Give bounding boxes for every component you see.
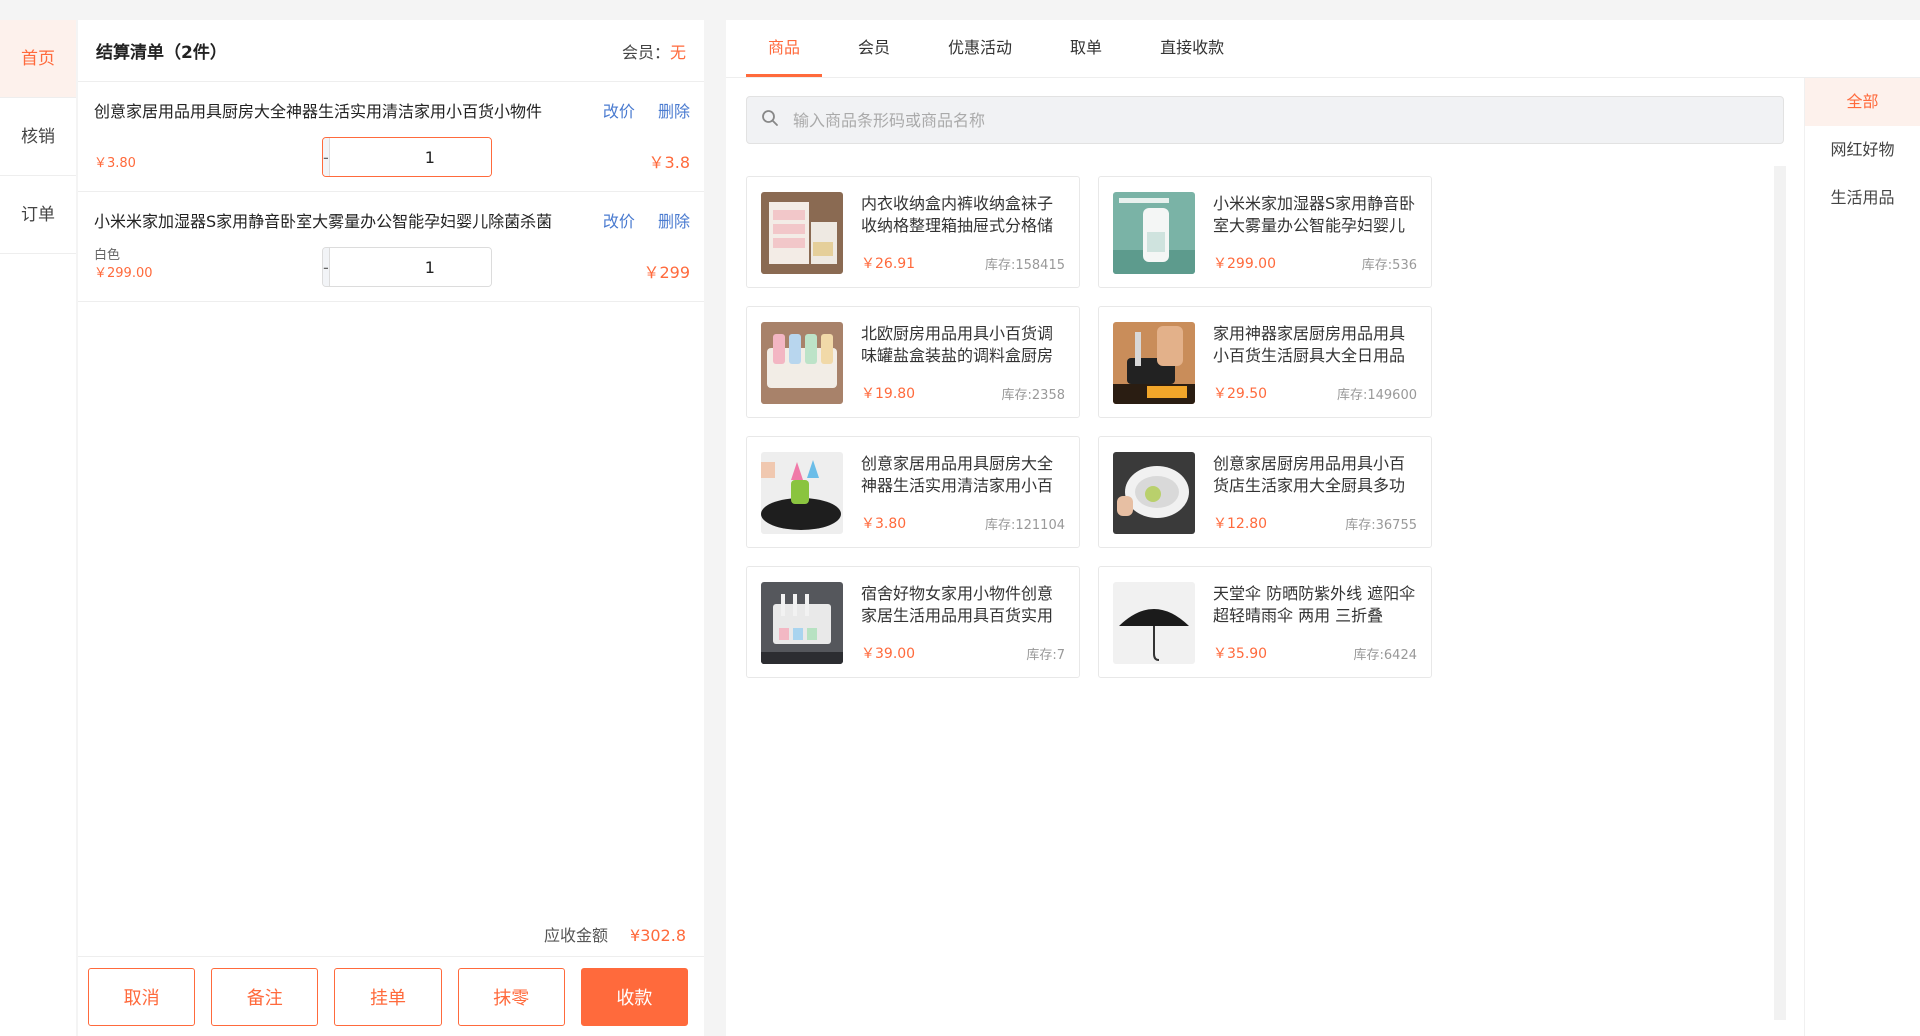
product-price: ￥26.91: [861, 256, 916, 272]
product-stock: 库存:158415: [984, 258, 1065, 273]
product-price: ￥299.00: [1213, 256, 1276, 272]
tab-bar: 商品 会员 优惠活动 取单 直接收款: [726, 20, 1920, 78]
humidifier-photo: [1113, 192, 1195, 274]
product-card[interactable]: 家用神器家居厨房用品用具小百货生活厨具大全日用品 ￥29.50 库存:14960…: [1098, 306, 1432, 418]
product-card[interactable]: 创意家居厨房用品用具小百货店生活家用大全厨具多功能 ￥12.80 库存:3675…: [1098, 436, 1432, 548]
product-price: ￥3.80: [861, 516, 907, 532]
product-grid: 内衣收纳盒内裤收纳盒袜子收纳格整理箱抽屉式分格储物盒 ￥26.91 库存:158…: [746, 176, 1446, 678]
product-name: 家用神器家居厨房用品用具小百货生活厨具大全日用品: [1213, 324, 1406, 365]
tab-retrieve-order[interactable]: 取单: [1048, 20, 1124, 77]
product-price: ￥19.80: [861, 386, 916, 402]
category-daily-goods[interactable]: 生活用品: [1805, 174, 1920, 222]
drawer-box-photo: [761, 192, 843, 274]
umbrella-photo: [1113, 582, 1195, 664]
product-card[interactable]: 天堂伞 防晒防紫外线 遮阳伞 超轻晴雨伞 两用 三折叠 ￥35.90 库存:64…: [1098, 566, 1432, 678]
quantity-stepper[interactable]: - +: [322, 137, 492, 177]
hold-order-button[interactable]: 挂单: [334, 967, 442, 1026]
tab-promotions[interactable]: 优惠活动: [926, 20, 1034, 77]
product-card[interactable]: 创意家居用品用具厨房大全神器生活实用清洁家用小百货 ￥3.80 库存:12110…: [746, 436, 1080, 548]
cart-panel: 结算清单（2件） 会员：无 创意家居用品用具厨房大全神器生活实用清洁家用小百货小…: [78, 20, 704, 1036]
category-trending[interactable]: 网红好物: [1805, 126, 1920, 174]
category-all[interactable]: 全部: [1805, 78, 1920, 126]
product-price: ￥39.00: [861, 646, 916, 662]
product-stock: 库存:7: [1026, 648, 1065, 663]
category-list: 全部 网红好物 生活用品: [1804, 78, 1920, 1036]
member-info[interactable]: 会员：无: [622, 39, 686, 63]
nav-item-verify[interactable]: 核销: [0, 98, 76, 176]
product-stock: 库存:121104: [984, 518, 1065, 533]
quantity-input[interactable]: [328, 138, 491, 176]
change-price-link[interactable]: 改价: [603, 212, 635, 231]
search-bar[interactable]: [746, 96, 1784, 144]
drain-basket-photo: [1113, 452, 1195, 534]
round-off-button[interactable]: 抹零: [457, 967, 565, 1026]
tab-members[interactable]: 会员: [836, 20, 912, 77]
product-list-scrollbar[interactable]: [1774, 166, 1786, 1020]
pos-app: 首页 核销 订单 结算清单（2件） 会员：无 创意家居用品用具厨房大全神器生活实…: [0, 0, 1920, 1036]
note-button[interactable]: 备注: [211, 967, 319, 1026]
amount-due-label: 应收金额: [544, 926, 609, 945]
cart-item-name: 小米米家加湿器S家用静音卧室大雾量办公智能孕妇婴儿除菌杀菌: [94, 212, 553, 231]
checkout-button[interactable]: 收款: [580, 967, 689, 1026]
amount-due-value: ¥302.8: [630, 926, 686, 945]
product-name: 创意家居用品用具厨房大全神器生活实用清洁家用小百货: [861, 454, 1054, 495]
quantity-stepper[interactable]: - +: [322, 247, 492, 287]
product-price: ￥12.80: [1213, 516, 1268, 532]
product-card[interactable]: 内衣收纳盒内裤收纳盒袜子收纳格整理箱抽屉式分格储物盒 ￥26.91 库存:158…: [746, 176, 1080, 288]
knife-sharpener-photo: [1113, 322, 1195, 404]
product-panel: 商品 会员 优惠活动 取单 直接收款 内衣收纳盒内裤收纳盒袜子收纳格整理箱抽屉式…: [726, 20, 1920, 1036]
product-name: 小米米家加湿器S家用静音卧室大雾量办公智能孕妇婴儿: [1213, 194, 1416, 235]
cleaning-brush-photo: [761, 452, 843, 534]
cart-title: 结算清单（2件）: [96, 43, 227, 63]
product-name: 创意家居厨房用品用具小百货店生活家用大全厨具多功能: [1213, 454, 1406, 495]
toothbrush-holder-photo: [761, 582, 843, 664]
product-stock: 库存:6424: [1353, 648, 1417, 663]
product-name: 天堂伞 防晒防紫外线 遮阳伞 超轻晴雨伞 两用 三折叠: [1213, 584, 1416, 625]
side-nav: 首页 核销 订单: [0, 20, 76, 1036]
product-price: ￥29.50: [1213, 386, 1268, 402]
member-label: 会员：: [621, 42, 670, 62]
amount-due: 应收金额 ¥302.8: [544, 922, 686, 946]
product-stock: 库存:2358: [1001, 388, 1065, 403]
product-card[interactable]: 小米米家加湿器S家用静音卧室大雾量办公智能孕妇婴儿 ￥299.00 库存:536: [1098, 176, 1432, 288]
nav-item-orders[interactable]: 订单: [0, 176, 76, 254]
product-name: 内衣收纳盒内裤收纳盒袜子收纳格整理箱抽屉式分格储物盒: [861, 194, 1054, 235]
product-name: 宿舍好物女家用小物件创意家居生活用品用具百货实用: [861, 584, 1054, 625]
cart-item: 小米米家加湿器S家用静音卧室大雾量办公智能孕妇婴儿除菌杀菌 改价 删除 白色 ￥…: [78, 192, 704, 302]
quantity-input[interactable]: [328, 248, 491, 286]
cart-footer: 取消 备注 挂单 抹零 收款: [78, 956, 704, 1036]
spice-box-photo: [761, 322, 843, 404]
cancel-button[interactable]: 取消: [88, 967, 196, 1026]
delete-link[interactable]: 删除: [658, 102, 690, 121]
product-stock: 库存:36755: [1345, 518, 1417, 533]
search-icon: [761, 109, 779, 131]
cart-item-unit-price: ￥3.80: [94, 156, 136, 171]
product-stock: 库存:149600: [1336, 388, 1417, 403]
product-card[interactable]: 宿舍好物女家用小物件创意家居生活用品用具百货实用 ￥39.00 库存:7: [746, 566, 1080, 678]
cart-item-total: ￥299: [643, 263, 690, 282]
cart-item-unit-price: ￥299.00: [94, 266, 153, 281]
cart-item-name: 创意家居用品用具厨房大全神器生活实用清洁家用小百货小物件: [94, 102, 543, 121]
nav-item-home[interactable]: 首页: [0, 20, 76, 98]
change-price-link[interactable]: 改价: [603, 102, 635, 121]
member-value: 无: [669, 42, 686, 62]
tab-products[interactable]: 商品: [746, 20, 823, 77]
product-card[interactable]: 北欧厨房用品用具小百货调味罐盐盒装盐的调料盒厨房套装 ￥19.80 库存:235…: [746, 306, 1080, 418]
delete-link[interactable]: 删除: [658, 212, 690, 231]
cart-item: 创意家居用品用具厨房大全神器生活实用清洁家用小百货小物件 改价 删除 ￥3.80…: [78, 82, 704, 192]
cart-item-total: ￥3.8: [648, 153, 690, 172]
product-price: ￥35.90: [1213, 646, 1268, 662]
search-input[interactable]: [793, 110, 1693, 130]
cart-header: 结算清单（2件） 会员：无: [78, 20, 704, 82]
product-stock: 库存:536: [1361, 258, 1417, 273]
tab-direct-payment[interactable]: 直接收款: [1138, 20, 1246, 77]
product-name: 北欧厨房用品用具小百货调味罐盐盒装盐的调料盒厨房套装: [861, 324, 1054, 365]
